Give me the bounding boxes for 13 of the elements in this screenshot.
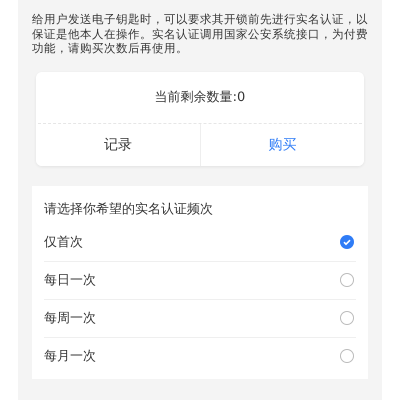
radio-icon[interactable] — [340, 349, 354, 363]
balance-text: 当前剩余数量:0 — [154, 89, 246, 107]
record-button[interactable]: 记录 — [36, 124, 200, 166]
checked-radio-icon[interactable] — [340, 235, 354, 249]
section-title: 请选择你希望的实名认证频次 — [44, 200, 214, 218]
intro-text: 给用户发送电子钥匙时，可以要求其开锁前先进行实名认证，以保证是他本人在操作。实名认证调用国家公安系统接口，为付费功能，请购买次数后再使用。 — [32, 12, 368, 56]
radio-icon[interactable] — [340, 311, 354, 325]
frequency-option[interactable]: 每月一次 — [44, 338, 356, 374]
frequency-option[interactable]: 每周一次 — [44, 300, 356, 338]
buy-button[interactable]: 购买 — [200, 124, 364, 166]
frequency-option[interactable]: 每日一次 — [44, 262, 356, 300]
radio-icon[interactable] — [340, 273, 354, 287]
frequency-option[interactable]: 仅首次 — [44, 224, 356, 262]
